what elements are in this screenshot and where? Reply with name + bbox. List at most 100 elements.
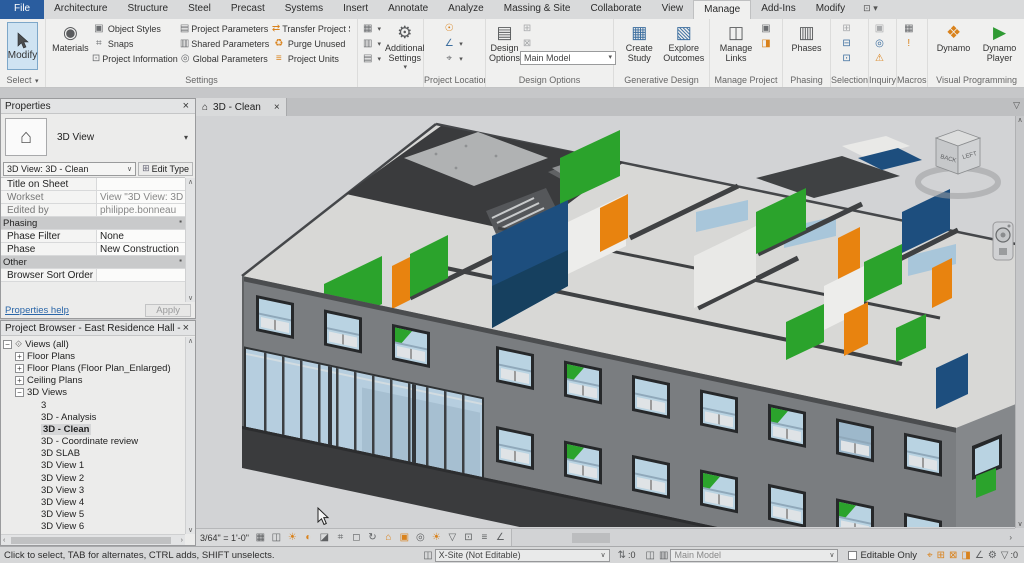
design-options-dialog-icon[interactable]: ▥ (657, 550, 670, 561)
detail-level-icon[interactable]: ▦ (254, 532, 267, 543)
viewcube[interactable]: BACK LEFT (918, 130, 998, 196)
tree-item-3[interactable]: 3 (1, 399, 185, 411)
scroll-left-icon[interactable]: ‹ (1, 537, 7, 544)
snaps-button[interactable]: ⌗Snaps (92, 36, 176, 51)
tab-view[interactable]: View (652, 0, 694, 19)
navigation-wheel[interactable] (993, 222, 1013, 260)
scrollbar-thumb[interactable] (11, 537, 171, 544)
tree-item-3d-view-3[interactable]: 3D View 3 (1, 484, 185, 496)
property-group-phasing[interactable]: Phasing▪ (1, 217, 185, 230)
editable-only-checkbox[interactable] (848, 551, 857, 560)
worksets-status-icon[interactable]: ◫ (421, 550, 434, 561)
shadows-icon[interactable]: ◐ (302, 532, 315, 543)
select-by-id-button[interactable]: ◎ (873, 36, 889, 51)
render-icon[interactable]: ◪ (318, 532, 331, 543)
phases-button[interactable]: ▥ Phases (786, 21, 827, 53)
active-design-option-status-select[interactable]: Main Model ∨ (670, 549, 838, 562)
tree-item-3d-view-1[interactable]: 3D View 1 (1, 460, 185, 472)
tab-annotate[interactable]: Annotate (378, 0, 438, 19)
scroll-down-icon[interactable]: ∨ (1016, 520, 1024, 528)
browser-vertical-scrollbar[interactable]: ∧∨ (185, 337, 195, 534)
tree-item-views-all[interactable]: −⟐Views (all) (1, 338, 185, 350)
coordinates-button[interactable]: ∠▾ (442, 36, 463, 51)
scroll-up-icon[interactable]: ∧ (1016, 116, 1024, 124)
view-reset-icon[interactable]: ∠ (494, 532, 507, 543)
unlock-view-icon[interactable]: ↻ (366, 532, 379, 543)
reveal-hidden-elements-icon[interactable]: ▣ (398, 532, 411, 543)
apply-button[interactable]: Apply (145, 304, 191, 317)
select-links-icon[interactable]: ⌖ (925, 550, 935, 561)
scroll-down-icon[interactable]: ∨ (186, 294, 195, 302)
properties-close-icon[interactable]: × (181, 100, 191, 112)
create-study-button[interactable]: ▦ Create Study (617, 21, 662, 63)
active-design-option-select[interactable]: Main Model ▾ (520, 51, 616, 65)
crop-view-icon[interactable]: ⌗ (334, 532, 347, 543)
tab-manage[interactable]: Manage (693, 0, 751, 19)
project-browser-close-icon[interactable]: × (181, 322, 191, 334)
worksets-dialog-icon[interactable]: ◫ (644, 550, 657, 561)
panel-schedule-templates-button[interactable]: ▤▾ (361, 51, 381, 66)
load-selection-button[interactable]: ⊟ (840, 36, 856, 51)
select-underlay-icon[interactable]: ⊞ (935, 550, 947, 561)
tree-item-floor-plans-enlarged[interactable]: +Floor Plans (Floor Plan_Enlarged) (1, 362, 185, 374)
property-row[interactable]: Browser Sort Order (1, 269, 185, 282)
displacement-icon[interactable]: ☀ (430, 532, 443, 543)
worksharing-display-icon[interactable]: ⊡ (462, 532, 475, 543)
pick-to-edit-button[interactable]: ⊠ (520, 36, 616, 51)
analytical-model-icon[interactable]: ≡ (478, 532, 491, 543)
gear-icon[interactable]: ⚙ (986, 550, 999, 561)
properties-header[interactable]: Properties × (1, 99, 195, 114)
edit-type-button[interactable]: ⊞ Edit Type (138, 162, 193, 176)
project-parameters-button[interactable]: ▤Project Parameters (180, 21, 268, 36)
sun-path-icon[interactable]: ☀ (286, 532, 299, 543)
tab-analyze[interactable]: Analyze (438, 0, 494, 19)
tab-massing-site[interactable]: Massing & Site (494, 0, 581, 19)
view-scale-button[interactable]: 3/64" = 1'-0" (200, 533, 249, 543)
tab-modify[interactable]: Modify (806, 0, 855, 19)
temporary-view-properties-icon[interactable]: ◎ (414, 532, 427, 543)
properties-scrollbar[interactable]: ∧∨ (185, 178, 195, 302)
tab-architecture[interactable]: Architecture (44, 0, 117, 19)
reveal-constraints-icon[interactable]: ▽ (446, 532, 459, 543)
tab-precast[interactable]: Precast (221, 0, 275, 19)
view-tab-3d-clean[interactable]: ⌂ 3D - Clean × (196, 98, 287, 116)
model-view[interactable]: BACK LEFT (196, 116, 1015, 528)
tab-collaborate[interactable]: Collaborate (580, 0, 651, 19)
global-parameters-button[interactable]: ◎Global Parameters (180, 51, 268, 66)
dynamo-button[interactable]: ❖ Dynamo (931, 21, 977, 53)
tab-insert[interactable]: Insert (333, 0, 378, 19)
browser-horizontal-scrollbar[interactable]: ‹ › (1, 534, 185, 545)
tab-add-ins[interactable]: Add-Ins (751, 0, 805, 19)
editing-requests-icon[interactable]: ⇅ (616, 550, 628, 561)
object-styles-button[interactable]: ▣Object Styles (92, 21, 176, 36)
property-row[interactable]: Edited byphilippe.bonneau (1, 204, 185, 217)
macro-manager-button[interactable]: ▦ (902, 21, 918, 36)
canvas-vertical-scrollbar[interactable]: ∧∨ (1015, 116, 1024, 528)
tree-item-3d-view-2[interactable]: 3D View 2 (1, 472, 185, 484)
mep-settings-button[interactable]: ▥▾ (361, 36, 381, 51)
view-tab-close-icon[interactable]: × (274, 102, 280, 113)
edit-selection-button[interactable]: ⊡ (840, 51, 856, 66)
tree-item-ceiling-plans[interactable]: +Ceiling Plans (1, 375, 185, 387)
active-workset-select[interactable]: X-Site (Not Editable) ∨ (435, 549, 610, 562)
select-panel-label[interactable]: Select ▾ (0, 74, 45, 87)
project-units-button[interactable]: ≡Project Units (272, 51, 350, 66)
type-selector[interactable]: ⌂ 3D View ▾ (1, 114, 195, 160)
project-browser-header[interactable]: Project Browser - East Residence Hall - … (1, 321, 195, 336)
project-information-button[interactable]: ⊡Project Information (92, 51, 176, 66)
property-row[interactable]: PhaseNew Construction (1, 243, 185, 256)
transfer-project-standards-button[interactable]: ⇄Transfer Project Standards (272, 21, 350, 36)
ids-of-selection-button[interactable]: ▣ (873, 21, 889, 36)
tab-structure[interactable]: Structure (117, 0, 178, 19)
tab-systems[interactable]: Systems (275, 0, 333, 19)
temporary-hide-isolate-icon[interactable]: ⌂ (382, 532, 395, 543)
manage-images-button[interactable]: ▣ (759, 21, 775, 36)
show-crop-region-icon[interactable]: ◻ (350, 532, 363, 543)
tree-item-3d-coordinate-review[interactable]: 3D - Coordinate review (1, 436, 185, 448)
dynamo-player-button[interactable]: ▶ Dynamo Player (977, 21, 1023, 63)
explore-outcomes-button[interactable]: ▧ Explore Outcomes (662, 21, 707, 63)
view-tab-filter-icon[interactable]: ▽ (1009, 98, 1024, 116)
building-3d-model[interactable]: BACK LEFT (196, 116, 1015, 527)
scroll-right-icon[interactable]: › (179, 537, 185, 544)
materials-button[interactable]: ◉ Materials (49, 21, 92, 53)
